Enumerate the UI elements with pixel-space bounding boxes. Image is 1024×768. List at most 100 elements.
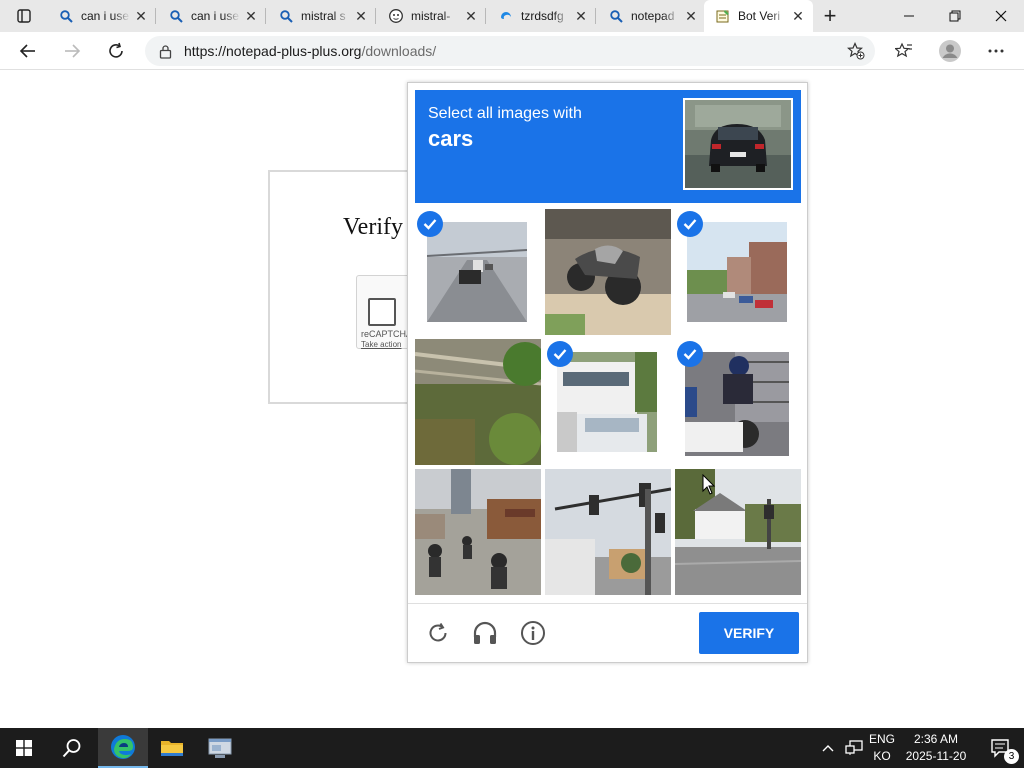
search-icon xyxy=(609,9,623,23)
add-favorite-button[interactable] xyxy=(840,36,872,66)
tab-title: Bot Veri xyxy=(738,9,781,23)
captcha-tile[interactable] xyxy=(545,339,671,465)
star-add-icon xyxy=(847,42,865,60)
tab-tzrdsdfg[interactable]: tzrdsdfg ✕ xyxy=(487,0,596,32)
close-window-button[interactable] xyxy=(978,0,1024,32)
headphones-icon xyxy=(473,621,497,644)
tab-actions-button[interactable] xyxy=(0,0,47,32)
taskbar-app[interactable] xyxy=(196,728,244,768)
captcha-sample-image xyxy=(683,98,793,190)
tab-title: notepad xyxy=(631,9,675,23)
address-bar[interactable]: https://notepad-plus-plus.org/downloads/ xyxy=(145,36,875,66)
checkmark-icon xyxy=(677,341,703,367)
notification-count-badge: 3 xyxy=(1004,749,1019,764)
taskbar-edge[interactable] xyxy=(98,728,148,768)
checkmark-icon xyxy=(677,211,703,237)
search-icon xyxy=(62,739,81,758)
close-icon[interactable]: ✕ xyxy=(130,5,152,27)
taskbar: ENG KO 2:36 AM 2025-11-20 3 xyxy=(0,728,1024,768)
close-icon[interactable]: ✕ xyxy=(460,5,482,27)
captcha-tile[interactable] xyxy=(675,469,801,595)
restore-icon xyxy=(949,10,961,22)
back-button[interactable] xyxy=(12,36,44,66)
search-button[interactable] xyxy=(48,728,96,768)
recaptcha-action-link[interactable]: Take action xyxy=(361,340,401,349)
close-icon[interactable]: ✕ xyxy=(570,5,592,27)
reload-challenge-button[interactable] xyxy=(424,619,452,647)
refresh-icon xyxy=(109,42,123,58)
favorites-icon xyxy=(895,42,912,58)
minimize-button[interactable] xyxy=(886,0,932,32)
tab-actions-icon xyxy=(16,9,31,23)
checkmark-icon xyxy=(417,211,443,237)
captcha-tile[interactable] xyxy=(675,209,801,335)
favorites-button[interactable] xyxy=(888,36,920,66)
captcha-header: Select all images with cars xyxy=(415,90,801,203)
profile-button[interactable] xyxy=(934,36,966,66)
lock-icon[interactable] xyxy=(159,44,172,59)
captcha-target-word: cars xyxy=(428,126,474,151)
taskbar-file-explorer[interactable] xyxy=(148,728,196,768)
tab-can-i-use-1[interactable]: can i use ✕ xyxy=(47,0,156,32)
close-icon[interactable]: ✕ xyxy=(680,5,702,27)
close-icon[interactable]: ✕ xyxy=(350,5,372,27)
edge-browser-icon xyxy=(111,735,135,759)
settings-more-button[interactable] xyxy=(980,36,1012,66)
avatar-icon xyxy=(939,40,961,62)
input-language-bottom[interactable]: KO xyxy=(868,749,896,763)
tab-can-i-use-2[interactable]: can i use ✕ xyxy=(157,0,266,32)
chevron-up-icon xyxy=(822,745,834,752)
tab-title: mistral- xyxy=(411,9,451,23)
recaptcha-brand: reCAPTCHA xyxy=(361,329,413,339)
network-icon xyxy=(845,740,863,755)
tab-title: can i use xyxy=(81,9,130,23)
start-button[interactable] xyxy=(0,728,48,768)
audio-challenge-button[interactable] xyxy=(471,619,499,647)
captcha-tile[interactable] xyxy=(415,469,541,595)
tab-title: mistral s xyxy=(301,9,346,23)
new-tab-button[interactable]: + xyxy=(815,3,845,28)
captcha-tile[interactable] xyxy=(545,209,671,335)
verify-button[interactable]: VERIFY xyxy=(699,612,799,654)
refresh-button[interactable] xyxy=(100,36,132,66)
notification-center-button[interactable]: 3 xyxy=(978,728,1024,768)
edge-swirl-icon xyxy=(499,9,513,23)
mouse-cursor-icon xyxy=(702,474,716,495)
captcha-tile[interactable] xyxy=(545,469,671,595)
search-icon xyxy=(279,9,293,23)
forward-button[interactable] xyxy=(56,36,88,66)
clock-time[interactable]: 2:36 AM xyxy=(900,732,972,746)
url-path: /downloads/ xyxy=(361,43,437,59)
captcha-tile[interactable] xyxy=(415,209,541,335)
reload-icon xyxy=(429,622,447,642)
minimize-icon xyxy=(904,15,914,17)
network-button[interactable] xyxy=(840,728,868,768)
tab-mistral-github[interactable]: mistral- ✕ xyxy=(377,0,486,32)
captcha-tile[interactable] xyxy=(675,339,801,465)
close-icon[interactable]: ✕ xyxy=(787,5,809,27)
close-icon[interactable]: ✕ xyxy=(240,5,262,27)
recaptcha-checkbox[interactable] xyxy=(368,298,396,326)
input-language-top[interactable]: ENG xyxy=(868,732,896,746)
show-hidden-icons-button[interactable] xyxy=(818,728,838,768)
tab-bot-verification[interactable]: Bot Veri ✕ xyxy=(704,0,813,32)
url-host: https://notepad-plus-plus.org xyxy=(184,43,362,59)
notepad-icon xyxy=(716,9,730,23)
tab-strip: can i use ✕ can i use ✕ mistral s ✕ mist… xyxy=(0,0,1024,32)
help-button[interactable] xyxy=(519,619,547,647)
tab-title: can i use xyxy=(191,9,240,23)
tab-title: tzrdsdfg xyxy=(521,9,564,23)
page-title: Verify xyxy=(343,214,403,240)
address-toolbar: https://notepad-plus-plus.org/downloads/ xyxy=(0,32,1024,70)
tab-mistral-search[interactable]: mistral s ✕ xyxy=(267,0,376,32)
search-icon xyxy=(169,9,183,23)
github-icon xyxy=(389,9,403,23)
windows-logo-icon xyxy=(16,740,32,756)
captcha-challenge: Select all images with cars VERIFY xyxy=(407,82,808,663)
captcha-tile[interactable] xyxy=(415,339,541,465)
clock-date[interactable]: 2025-11-20 xyxy=(900,749,972,763)
close-icon xyxy=(995,10,1007,22)
tab-notepad-search[interactable]: notepad ✕ xyxy=(597,0,706,32)
app-window-icon xyxy=(208,738,232,758)
restore-button[interactable] xyxy=(932,0,978,32)
